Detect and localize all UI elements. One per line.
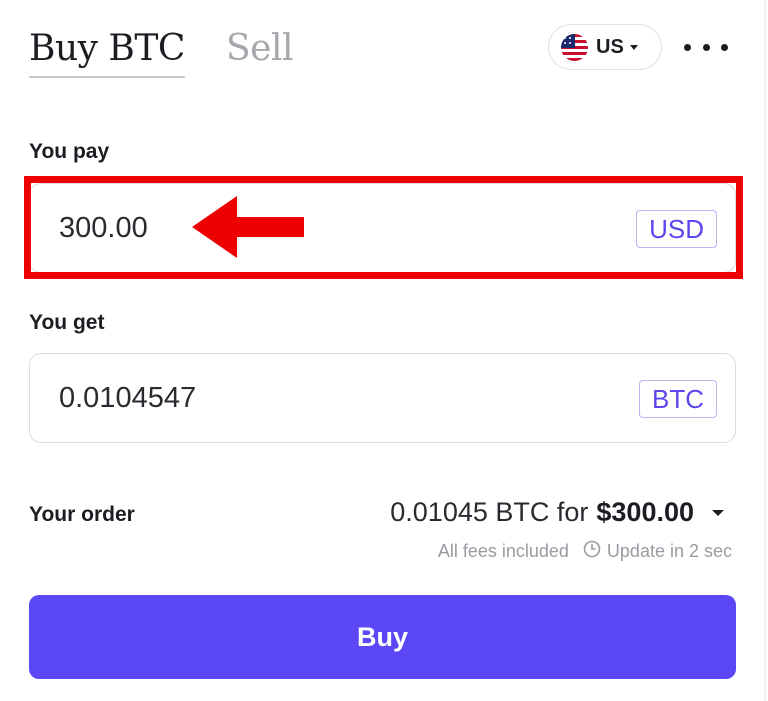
order-summary-text: 0.01045 BTC for — [390, 497, 589, 527]
update-note: Update in 2 sec — [606, 541, 732, 561]
order-summary-toggle[interactable]: 0.01045 BTC for $300.00 — [390, 497, 724, 528]
region-label: US — [596, 35, 624, 58]
pay-label: You pay — [29, 140, 110, 163]
pay-amount-input[interactable] — [59, 184, 459, 272]
tab-sell[interactable]: Sell — [226, 26, 294, 72]
dot-icon — [684, 43, 691, 51]
get-field[interactable]: BTC — [29, 353, 736, 443]
order-amount: $300.00 — [596, 497, 694, 527]
chevron-down-icon — [629, 44, 638, 50]
buy-button[interactable]: Buy — [29, 595, 736, 679]
get-amount-input[interactable] — [59, 354, 459, 442]
chevron-down-icon — [712, 509, 724, 516]
clock-icon — [583, 540, 601, 563]
pay-currency-button[interactable]: USD — [636, 210, 717, 248]
get-currency-button[interactable]: BTC — [639, 380, 717, 418]
dot-icon — [702, 43, 710, 51]
buy-widget-card: Buy BTC Sell US You pay 300.00 USD You g… — [0, 0, 766, 701]
dot-icon — [721, 43, 728, 51]
more-options-button[interactable] — [684, 41, 728, 53]
us-flag-icon — [561, 33, 588, 61]
fees-row: All fees included Update in 2 sec — [438, 540, 732, 563]
tab-buy[interactable]: Buy BTC — [29, 26, 185, 78]
get-label: You get — [29, 311, 105, 334]
region-selector[interactable]: US — [548, 24, 662, 70]
fees-note: All fees included — [437, 541, 569, 561]
pay-field[interactable]: USD — [29, 183, 736, 273]
order-label: Your order — [29, 503, 135, 526]
